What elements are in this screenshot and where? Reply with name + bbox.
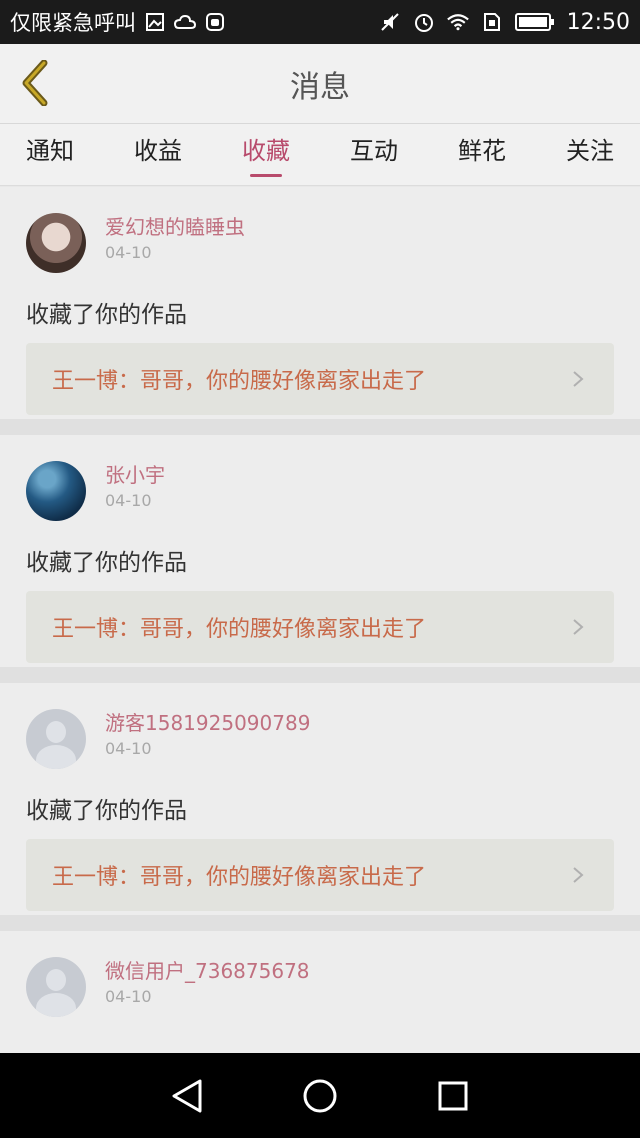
cloud-icon bbox=[174, 11, 196, 33]
back-button[interactable] bbox=[14, 58, 54, 108]
item-date: 04-10 bbox=[105, 739, 152, 758]
chevron-right-icon bbox=[573, 619, 584, 635]
nav-back-button[interactable] bbox=[167, 1076, 207, 1116]
chevron-right-icon bbox=[573, 867, 584, 883]
item-date: 04-10 bbox=[105, 243, 152, 262]
action-text: 收藏了你的作品 bbox=[26, 550, 187, 576]
tab-earnings[interactable]: 收益 bbox=[134, 124, 182, 185]
carrier-label: 仅限紧急呼叫 bbox=[10, 11, 136, 35]
clock: 12:50 bbox=[566, 9, 630, 35]
work-title: 王一博：哥哥，你的腰好像离家出走了 bbox=[52, 617, 427, 642]
recents-square-icon bbox=[438, 1081, 468, 1110]
tab-notifications[interactable]: 通知 bbox=[26, 124, 74, 185]
alarm-icon bbox=[413, 11, 435, 33]
back-triangle-icon bbox=[172, 1079, 202, 1112]
image-icon bbox=[144, 11, 166, 33]
message-list: 爱幻想的瞌睡虫 04-10 收藏了你的作品 王一博：哥哥，你的腰好像离家出走了 … bbox=[0, 187, 640, 1053]
home-circle-icon bbox=[303, 1079, 337, 1112]
username[interactable]: 游客1581925090789 bbox=[105, 709, 310, 737]
android-icon bbox=[204, 11, 226, 33]
battery-icon bbox=[514, 11, 555, 33]
username[interactable]: 爱幻想的瞌睡虫 bbox=[105, 213, 245, 241]
avatar[interactable] bbox=[26, 957, 86, 1017]
tab-bar: 通知 收益 收藏 互动 鲜花 关注 bbox=[0, 124, 640, 186]
list-item: 爱幻想的瞌睡虫 04-10 收藏了你的作品 王一博：哥哥，你的腰好像离家出走了 bbox=[0, 187, 640, 435]
page-title: 消息 bbox=[290, 69, 350, 105]
back-chevron-icon bbox=[22, 60, 48, 106]
work-link[interactable]: 王一博：哥哥，你的腰好像离家出走了 bbox=[26, 343, 614, 415]
avatar[interactable] bbox=[26, 213, 86, 273]
action-text: 收藏了你的作品 bbox=[26, 798, 187, 824]
list-item: 张小宇 04-10 收藏了你的作品 王一博：哥哥，你的腰好像离家出走了 bbox=[0, 435, 640, 683]
work-link[interactable]: 王一博：哥哥，你的腰好像离家出走了 bbox=[26, 591, 614, 663]
item-date: 04-10 bbox=[105, 491, 152, 510]
item-date: 04-10 bbox=[105, 987, 152, 1006]
nav-home-button[interactable] bbox=[300, 1076, 340, 1116]
tab-flowers[interactable]: 鲜花 bbox=[458, 124, 506, 185]
system-nav-bar bbox=[0, 1053, 640, 1138]
nav-recents-button[interactable] bbox=[433, 1076, 473, 1116]
list-item: 游客1581925090789 04-10 收藏了你的作品 王一博：哥哥，你的腰… bbox=[0, 683, 640, 931]
work-link[interactable]: 王一博：哥哥，你的腰好像离家出走了 bbox=[26, 839, 614, 911]
avatar[interactable] bbox=[26, 461, 86, 521]
action-text: 收藏了你的作品 bbox=[26, 302, 187, 328]
app-header: 消息 bbox=[0, 44, 640, 124]
sim-icon bbox=[481, 11, 503, 33]
status-bar: 仅限紧急呼叫 12:50 bbox=[0, 0, 640, 44]
avatar[interactable] bbox=[26, 709, 86, 769]
tab-following[interactable]: 关注 bbox=[566, 124, 614, 185]
work-title: 王一博：哥哥，你的腰好像离家出走了 bbox=[52, 369, 427, 394]
tab-interactions[interactable]: 互动 bbox=[350, 124, 398, 185]
wifi-icon bbox=[446, 11, 469, 33]
work-title: 王一博：哥哥，你的腰好像离家出走了 bbox=[52, 865, 427, 890]
chevron-right-icon bbox=[573, 371, 584, 387]
tab-favorites[interactable]: 收藏 bbox=[242, 124, 290, 185]
mute-icon bbox=[379, 11, 401, 33]
username[interactable]: 张小宇 bbox=[105, 461, 165, 489]
username[interactable]: 微信用户_736875678 bbox=[105, 957, 310, 985]
list-item: 微信用户_736875678 04-10 bbox=[0, 931, 640, 1053]
